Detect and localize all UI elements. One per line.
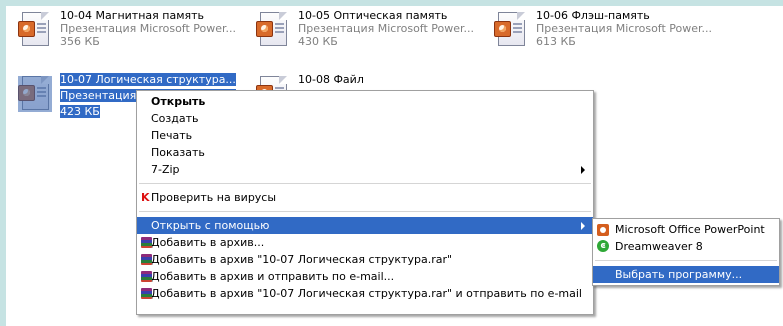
powerpoint-file-icon [494,12,528,48]
winrar-archive-icon [141,288,152,299]
menu-item-add-archive-email-label: Добавить в архив и отправить по e-mail..… [151,270,395,283]
submenu-item-powerpoint-label: Microsoft Office PowerPoint [615,223,765,236]
file-name: 10-05 Оптическая память [298,9,448,22]
file-size: 613 КБ [536,35,576,48]
dreamweaver-icon: ͼ [597,240,609,252]
menu-item-add-archive-named-email[interactable]: Добавить в архив "10-07 Логическая струк… [137,285,593,302]
menu-item-add-archive-named-label: Добавить в архив "10-07 Логическая струк… [151,253,453,266]
kaspersky-icon: K [141,191,150,204]
menu-item-create[interactable]: Создать [137,110,593,127]
submenu-arrow-icon [581,222,585,230]
powerpoint-icon [597,224,609,236]
file-size: 430 КБ [298,35,338,48]
powerpoint-file-icon [18,76,52,112]
menu-item-open-with-label: Открыть с помощью [151,219,270,232]
file-type: Презентация Microsoft Power... [60,22,237,35]
menu-separator [139,211,591,212]
context-menu: Открыть Создать Печать Показать 7-Zip K … [136,90,594,315]
menu-item-add-archive-email[interactable]: Добавить в архив и отправить по e-mail..… [137,268,593,285]
menu-item-open[interactable]: Открыть [137,93,593,110]
file-size: 356 КБ [60,35,100,48]
powerpoint-file-icon [256,12,290,48]
submenu-item-dreamweaver-label: Dreamweaver 8 [615,240,703,253]
menu-item-open-with[interactable]: Открыть с помощью [137,217,593,234]
file-type: Презентация Microsoft Power... [298,22,475,35]
submenu-item-powerpoint[interactable]: Microsoft Office PowerPoint [593,221,779,238]
winrar-archive-icon [141,271,152,282]
file-name: 10-04 Магнитная память [60,9,205,22]
file-item[interactable]: 10-04 Магнитная память Презентация Micro… [10,6,245,58]
winrar-archive-icon [141,237,152,248]
submenu-arrow-icon [581,166,585,174]
file-type: Презентация Microsoft Power... [536,22,713,35]
menu-separator [139,183,591,184]
submenu-item-dreamweaver[interactable]: ͼ Dreamweaver 8 [593,238,779,255]
file-name: 10-06 Флэш-память [536,9,650,22]
submenu-item-choose-program[interactable]: Выбрать программу... [593,266,779,283]
menu-separator [595,260,777,261]
file-name: 10-08 Файл [298,73,364,86]
file-item[interactable]: 10-06 Флэш-память Презентация Microsoft … [486,6,721,58]
file-name: 10-07 Логическая структура... [60,73,236,86]
file-size: 423 КБ [60,105,100,118]
menu-item-print[interactable]: Печать [137,127,593,144]
file-item[interactable]: 10-05 Оптическая память Презентация Micr… [248,6,483,58]
menu-item-add-archive-label: Добавить в архив... [151,236,265,249]
open-with-submenu: Microsoft Office PowerPoint ͼ Dreamweave… [592,218,780,286]
menu-item-add-archive-named[interactable]: Добавить в архив "10-07 Логическая струк… [137,251,593,268]
menu-item-show[interactable]: Показать [137,144,593,161]
menu-item-scan[interactable]: K Проверить на вирусы [137,189,593,206]
powerpoint-file-icon [18,12,52,48]
file-list-pane: 10-04 Магнитная память Презентация Micro… [6,6,783,326]
winrar-archive-icon [141,254,152,265]
menu-item-add-archive-named-email-label: Добавить в архив "10-07 Логическая струк… [151,287,582,300]
menu-item-7zip[interactable]: 7-Zip [137,161,593,178]
menu-item-add-archive[interactable]: Добавить в архив... [137,234,593,251]
menu-item-scan-label: Проверить на вирусы [151,191,277,204]
menu-item-7zip-label: 7-Zip [151,163,180,176]
